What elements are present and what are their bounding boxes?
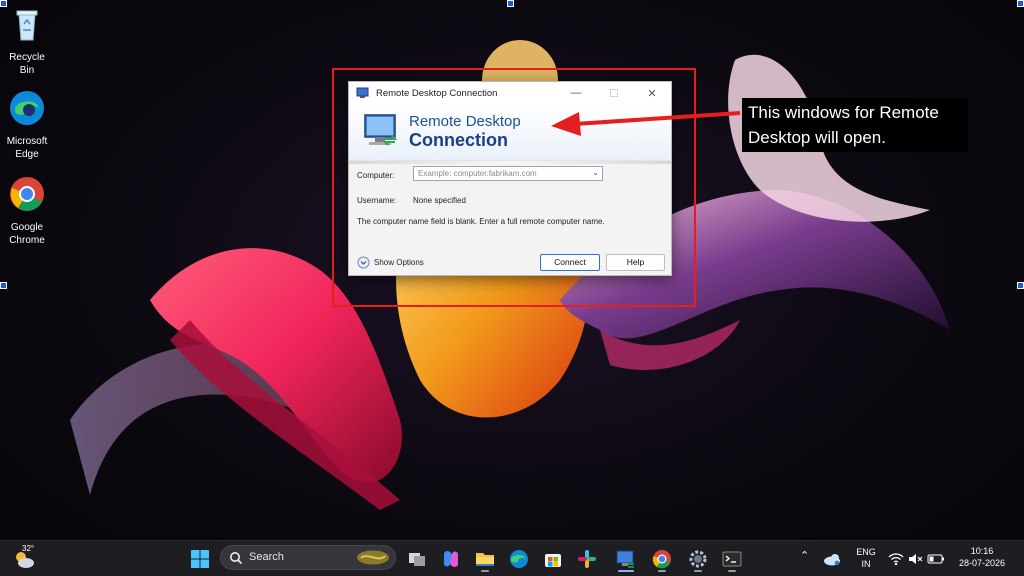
wifi-icon[interactable] — [887, 547, 905, 571]
language-line1: ENG — [856, 547, 876, 557]
remote-desktop-monitor-icon — [364, 114, 398, 146]
username-value: None specified — [413, 196, 466, 205]
maximize-icon: ☐ — [609, 87, 619, 100]
computer-label: Computer: — [357, 171, 395, 180]
remote-desktop-icon[interactable] — [614, 547, 638, 571]
show-options-toggle[interactable]: Show Options — [357, 256, 424, 269]
battery-icon[interactable] — [926, 547, 946, 571]
desktop-icon-label: Microsoft Edge — [6, 136, 48, 160]
search-icon — [230, 552, 243, 565]
minimize-icon: — — [570, 87, 582, 99]
chevron-down-icon[interactable]: ⌄ — [592, 168, 599, 178]
banner-divider — [349, 161, 671, 164]
clock[interactable]: 10:16 28-07-2026 — [952, 545, 1012, 569]
dialog-title: Remote Desktop Connection — [376, 87, 498, 99]
search-highlight-icon — [357, 550, 389, 565]
clock-time: 10:16 — [970, 546, 994, 556]
annotation-arrow — [551, 111, 741, 136]
close-icon: ✕ — [647, 87, 657, 100]
chrome-icon — [10, 177, 44, 211]
task-view-icon[interactable] — [405, 547, 429, 571]
expand-options-icon — [357, 256, 370, 269]
selection-handle — [0, 282, 7, 289]
clock-date: 28-07-2026 — [958, 558, 1006, 568]
settings-icon[interactable] — [686, 547, 710, 571]
weather-temp: 32° — [22, 544, 35, 553]
banner-title-line2: Connection — [409, 130, 508, 150]
copilot-icon[interactable] — [439, 547, 463, 571]
terminal-icon[interactable] — [720, 547, 744, 571]
search-label: Search — [249, 551, 284, 563]
active-indicator — [694, 570, 702, 572]
active-indicator — [481, 570, 489, 572]
show-options-label: Show Options — [374, 258, 424, 267]
desktop-icon-label: Recycle Bin — [9, 52, 45, 76]
computer-placeholder: Example: computer.fabrikam.com — [418, 169, 537, 178]
selection-handle — [0, 0, 7, 7]
start-icon[interactable] — [188, 547, 212, 571]
file-explorer-icon[interactable] — [473, 547, 497, 571]
recycle-bin-icon — [16, 10, 38, 41]
desktop-icon-label: Google Chrome — [9, 222, 45, 246]
desktop-icon-microsoft-edge[interactable]: Microsoft Edge — [1, 88, 53, 161]
selection-handle — [507, 0, 514, 7]
taskbar: 32° Search ⌃ ENG IN 10:16 28-07-2026 — [0, 540, 1024, 576]
banner-title-line1: Remote Desktop — [409, 113, 521, 130]
active-indicator — [658, 570, 666, 572]
chrome-icon[interactable] — [650, 547, 674, 571]
volume-muted-icon[interactable] — [906, 547, 924, 571]
desktop-icon-recycle-bin[interactable]: Recycle Bin — [1, 4, 53, 77]
connect-button[interactable]: Connect — [540, 254, 600, 271]
taskbar-search[interactable]: Search — [220, 545, 396, 570]
onedrive-icon[interactable] — [822, 547, 842, 571]
desktop-icon-google-chrome[interactable]: Google Chrome — [1, 174, 53, 247]
edge-icon — [10, 91, 44, 125]
show-hidden-icons-chevron-icon[interactable]: ⌃ — [800, 550, 809, 562]
active-indicator — [728, 570, 736, 572]
active-indicator — [618, 570, 634, 572]
status-message: The computer name field is blank. Enter … — [357, 217, 605, 226]
selection-handle — [1017, 282, 1024, 289]
language-indicator[interactable]: ENG IN — [854, 546, 878, 570]
annotation-callout: This windows for Remote Desktop will ope… — [742, 98, 968, 152]
slack-icon[interactable] — [575, 547, 599, 571]
username-label: Username: — [357, 196, 397, 205]
language-line2: IN — [861, 559, 871, 569]
store-icon[interactable] — [541, 547, 565, 571]
selection-handle — [1017, 0, 1024, 7]
edge-icon[interactable] — [507, 547, 531, 571]
remote-desktop-icon — [356, 87, 369, 98]
computer-field[interactable]: Example: computer.fabrikam.com ⌄ — [413, 166, 603, 181]
help-button[interactable]: Help — [606, 254, 665, 271]
